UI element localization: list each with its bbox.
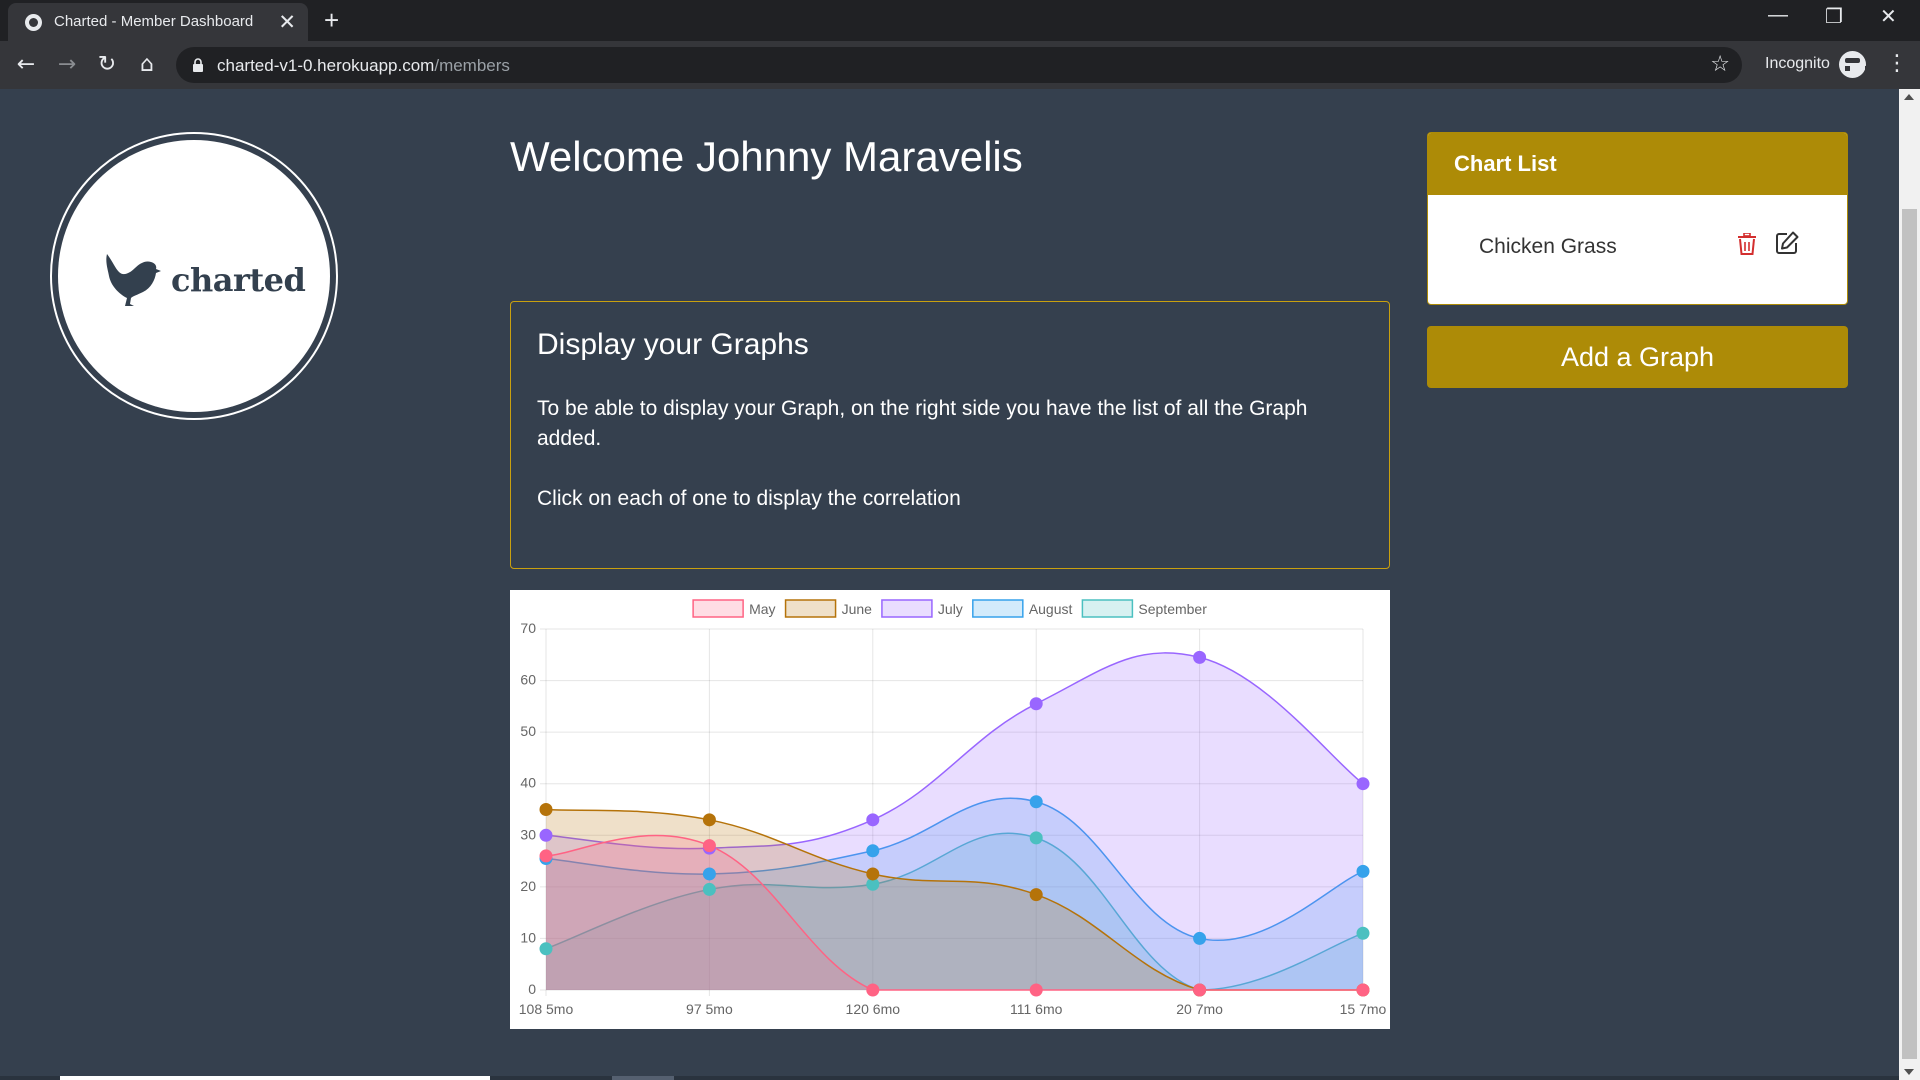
x-tick-label: 108 5mo	[519, 1001, 574, 1017]
chicken-icon	[106, 254, 161, 306]
page-title: Welcome Johnny Maravelis	[510, 133, 1023, 180]
restore-button[interactable]: ❐	[1825, 4, 1843, 29]
y-tick-label: 20	[520, 878, 536, 894]
info-title: Display your Graphs	[537, 328, 809, 361]
new-tab-button[interactable]: +	[324, 6, 339, 34]
data-point-june	[702, 813, 716, 827]
home-icon[interactable]: ⌂	[131, 49, 163, 81]
forward-icon[interactable]: →	[51, 49, 83, 81]
y-tick-label: 70	[520, 620, 536, 636]
logo-circle: charted	[58, 140, 330, 412]
data-point-may	[539, 849, 553, 863]
chart-list-item[interactable]: Chicken Grass	[1428, 195, 1847, 304]
trash-icon[interactable]	[1737, 233, 1757, 255]
legend-label-june: June	[842, 601, 873, 617]
y-tick-label: 60	[520, 672, 536, 688]
bookmark-star-icon[interactable]: ☆	[1710, 52, 1730, 77]
y-tick-label: 10	[520, 929, 536, 945]
data-point-may	[1193, 983, 1207, 997]
info-text-1: To be able to display your Graph, on the…	[537, 397, 1308, 450]
bottom-strip	[0, 1076, 1899, 1080]
info-text-2: Click on each of one to display the corr…	[537, 487, 961, 510]
incognito-label: Incognito	[1765, 55, 1830, 72]
data-point-august	[702, 867, 716, 881]
legend-swatch-may	[692, 599, 744, 618]
legend-swatch-september	[1081, 599, 1134, 618]
data-point-may	[1029, 983, 1043, 997]
logo[interactable]: charted	[50, 132, 338, 420]
chart-list-panel: Chart List Chicken Grass	[1427, 132, 1848, 305]
page-scrollbar[interactable]	[1899, 89, 1920, 1080]
chart-list-title: Chart List	[1454, 151, 1557, 176]
minimize-button[interactable]: —	[1768, 4, 1788, 27]
data-point-august	[1029, 795, 1043, 809]
x-tick-label: 97 5mo	[686, 1001, 733, 1017]
address-bar[interactable]: charted-v1-0.herokuapp.com/members ☆	[176, 47, 1742, 83]
data-point-september	[539, 942, 553, 956]
legend-swatch-august	[972, 599, 1024, 618]
x-tick-label: 111 6mo	[1010, 1001, 1063, 1017]
data-point-july	[1193, 650, 1207, 664]
globe-icon	[25, 14, 42, 31]
data-point-september	[1356, 926, 1370, 940]
data-point-august	[1193, 931, 1207, 945]
data-point-august	[1356, 864, 1370, 878]
browser-tab-bar: Charted - Member Dashboard ✕ + — ❐ ✕	[0, 0, 1920, 41]
lock-icon	[193, 58, 203, 72]
data-point-july	[1029, 697, 1043, 711]
data-point-may	[866, 983, 880, 997]
data-point-june	[866, 867, 880, 881]
correlation-chart: 0 10 20 30 40 50 60 70 108 5mo 97 5mo 120 6mo 111 6…	[510, 590, 1390, 1029]
legend-label-august: August	[1029, 601, 1073, 617]
data-point-september	[702, 882, 716, 896]
y-tick-label: 50	[520, 723, 536, 739]
legend-label-july: July	[938, 601, 963, 617]
chart-list-item-label[interactable]: Chicken Grass	[1479, 235, 1617, 259]
browser-menu-icon[interactable]: ⋮	[1886, 51, 1908, 77]
x-tick-label: 120 6mo	[846, 1001, 901, 1017]
scroll-up-arrow-icon[interactable]	[1904, 94, 1914, 100]
data-point-august	[866, 844, 880, 858]
data-point-july	[866, 813, 880, 827]
legend-swatch-june	[784, 599, 837, 618]
logo-text: charted	[171, 261, 306, 299]
data-point-june	[1029, 888, 1043, 902]
close-window-button[interactable]: ✕	[1880, 4, 1897, 29]
data-point-may	[1356, 983, 1370, 997]
data-point-july	[1356, 777, 1370, 791]
y-tick-label: 40	[520, 775, 536, 791]
bottom-strip-segment	[60, 1076, 490, 1080]
data-point-september	[1029, 831, 1043, 845]
browser-tab[interactable]: Charted - Member Dashboard ✕	[8, 3, 308, 41]
scroll-down-arrow-icon[interactable]	[1904, 1069, 1914, 1075]
chart-svg: 0 10 20 30 40 50 60 70 108 5mo 97 5mo 120 6mo 111 6…	[519, 599, 1387, 1017]
add-graph-button[interactable]: Add a Graph	[1427, 326, 1848, 388]
x-tick-label: 15 7mo	[1340, 1001, 1387, 1017]
tab-title: Charted - Member Dashboard	[54, 13, 254, 30]
legend-label-september: September	[1138, 601, 1207, 617]
url-text: charted-v1-0.herokuapp.com/members	[217, 56, 510, 75]
legend-swatch-july	[881, 599, 933, 618]
x-tick-label: 20 7mo	[1176, 1001, 1223, 1017]
data-point-june	[539, 803, 553, 816]
close-tab-icon[interactable]: ✕	[278, 10, 296, 34]
edit-icon[interactable]	[1775, 231, 1799, 255]
reload-icon[interactable]: ↻	[91, 49, 123, 81]
y-tick-label: 30	[520, 826, 536, 842]
back-icon[interactable]: ←	[10, 49, 42, 81]
bottom-strip-segment	[612, 1076, 674, 1080]
y-tick-label: 0	[528, 981, 536, 997]
data-point-may	[702, 839, 716, 853]
legend-label-may: May	[749, 601, 775, 617]
info-panel: Display your Graphs To be able to displa…	[510, 301, 1390, 569]
chart-list-header: Chart List	[1428, 133, 1847, 195]
data-point-july	[539, 828, 553, 842]
browser-toolbar: ← → ↻ ⌂ charted-v1-0.herokuapp.com/membe…	[0, 41, 1920, 89]
incognito-icon[interactable]	[1839, 51, 1870, 78]
scroll-thumb[interactable]	[1902, 209, 1917, 1059]
